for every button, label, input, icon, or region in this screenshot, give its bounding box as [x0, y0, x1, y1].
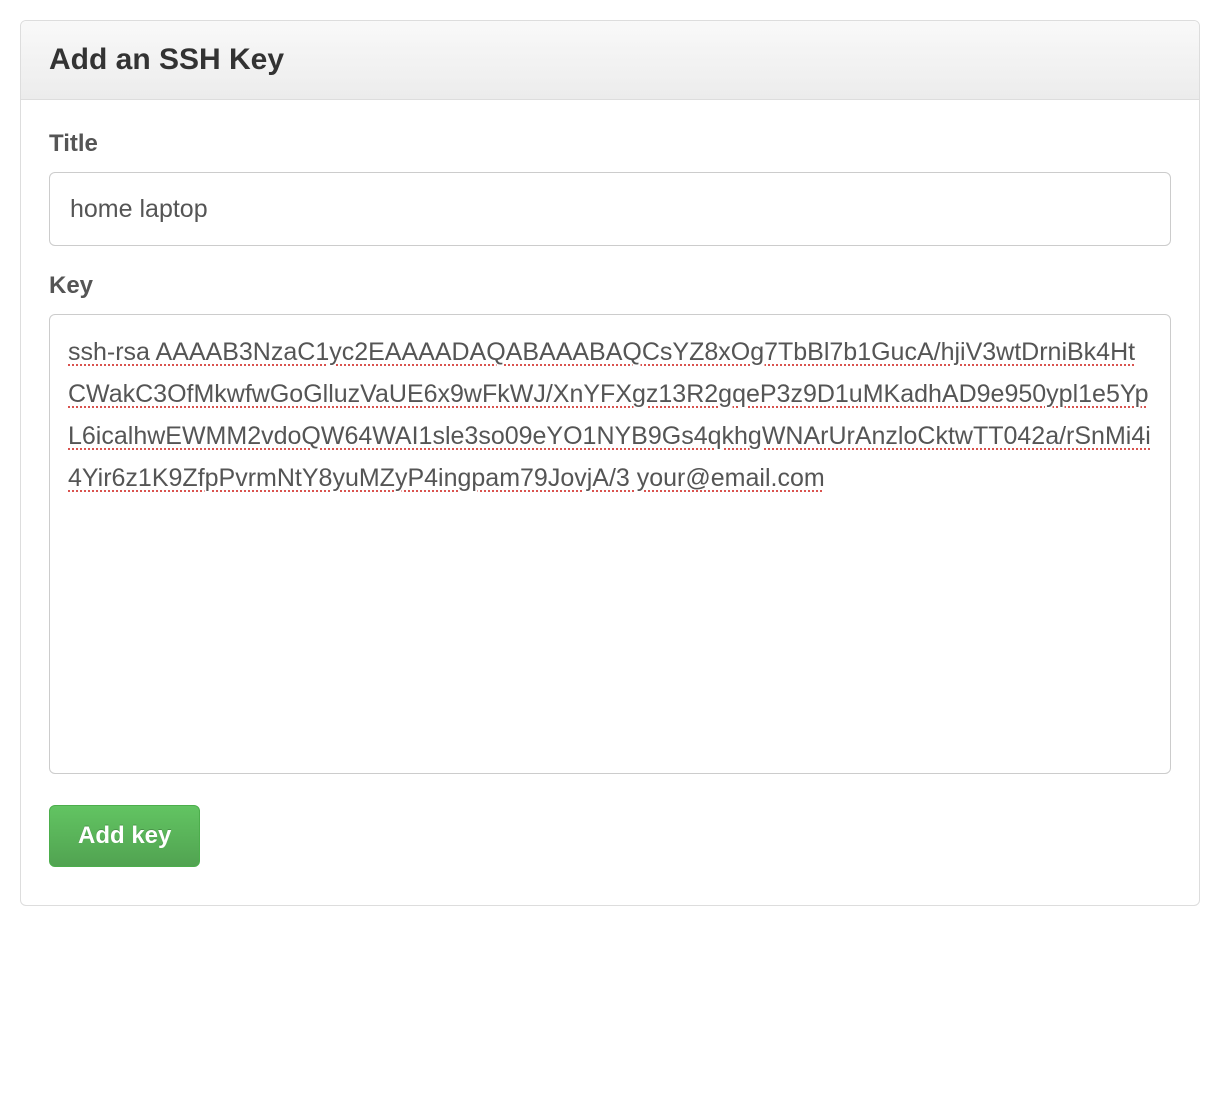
key-form-group: Key ssh-rsa AAAAB3NzaC1yc2EAAAADAQABAAAB…	[49, 272, 1171, 779]
panel-header: Add an SSH Key	[21, 21, 1199, 100]
title-label: Title	[49, 130, 1171, 158]
key-label: Key	[49, 272, 1171, 300]
title-form-group: Title	[49, 130, 1171, 246]
key-textarea[interactable]: ssh-rsa AAAAB3NzaC1yc2EAAAADAQABAAABAQCs…	[49, 314, 1171, 774]
add-ssh-key-panel: Add an SSH Key Title Key ssh-rsa AAAAB3N…	[20, 20, 1200, 906]
title-input[interactable]	[49, 172, 1171, 246]
add-key-button[interactable]: Add key	[49, 805, 200, 867]
panel-title: Add an SSH Key	[49, 43, 1171, 77]
panel-body: Title Key ssh-rsa AAAAB3NzaC1yc2EAAAADAQ…	[21, 100, 1199, 905]
